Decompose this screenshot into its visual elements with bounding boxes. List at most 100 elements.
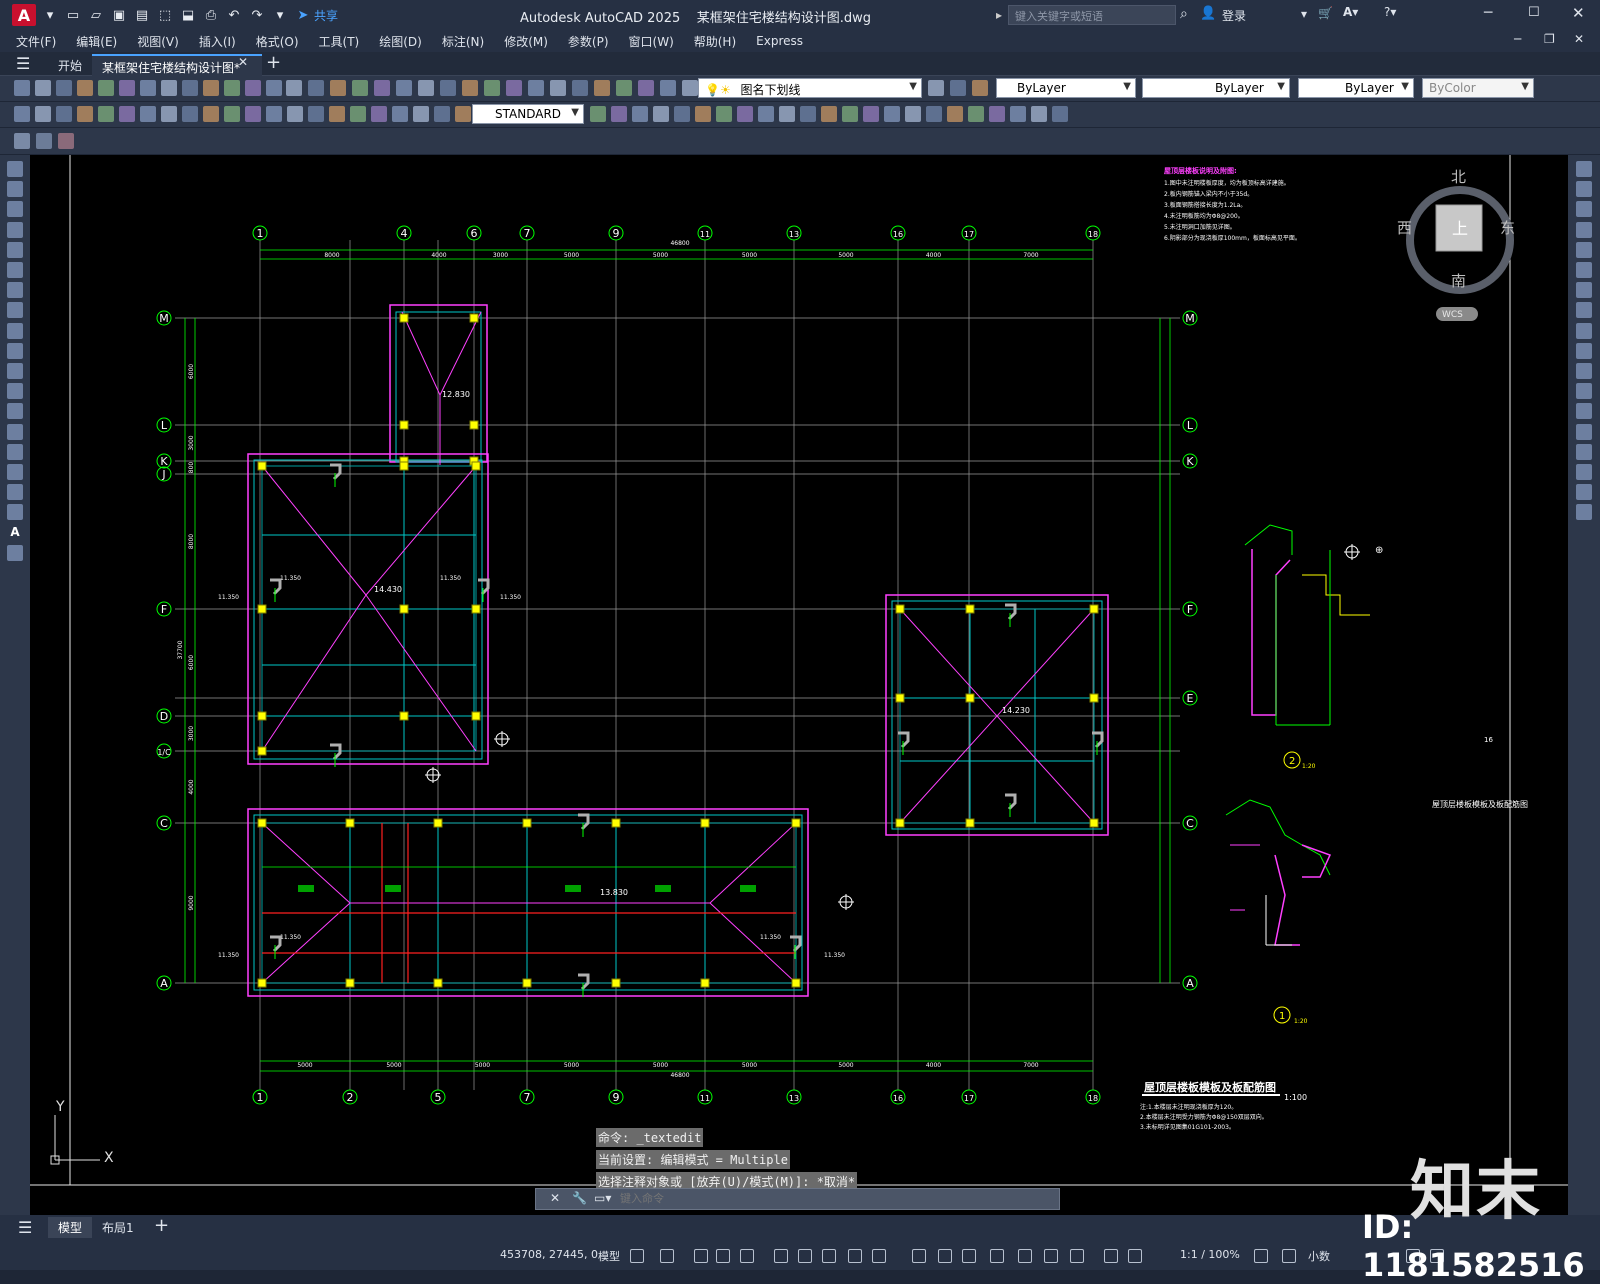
viewcube[interactable]: 上 北 南 东 西 WCS	[1397, 168, 1515, 321]
break-icon[interactable]	[266, 106, 282, 122]
units-dropdown[interactable]: 小数	[1308, 1248, 1330, 1264]
redo-icon[interactable]	[572, 80, 588, 96]
extend-icon[interactable]	[1576, 363, 1592, 379]
menu-insert[interactable]: 插入(I)	[199, 33, 236, 50]
menu-help[interactable]: 帮助(H)	[694, 33, 736, 50]
share-label[interactable]: 共享	[314, 7, 338, 24]
add-selected-icon[interactable]	[7, 544, 23, 561]
mirror-icon[interactable]	[1576, 201, 1592, 218]
fillet-icon[interactable]	[1576, 464, 1592, 480]
inspect-icon[interactable]	[947, 106, 963, 122]
text-edit-icon[interactable]	[1010, 106, 1026, 122]
recent-commands-icon[interactable]: ▭▾	[594, 1191, 611, 1205]
lineweight-dropdown[interactable]: ByLayer ▼	[1298, 78, 1414, 98]
color-dropdown[interactable]: ByLayer ▼	[996, 78, 1136, 98]
command-input[interactable]	[620, 1191, 1050, 1207]
diameter-icon[interactable]	[758, 106, 774, 122]
customize-icon[interactable]: ▾	[271, 7, 289, 23]
dropdown-arrow-icon[interactable]: ▾	[41, 7, 59, 23]
break-icon[interactable]	[1576, 403, 1592, 420]
paste-icon[interactable]	[506, 80, 522, 96]
copy-icon[interactable]	[484, 80, 500, 96]
angular-icon[interactable]	[779, 106, 795, 122]
dim-style-icon[interactable]	[434, 106, 450, 122]
autodesk-a360-icon[interactable]: A▾	[1343, 5, 1358, 19]
lineweight-icon[interactable]	[848, 1249, 862, 1263]
arc-length-icon[interactable]	[674, 106, 690, 122]
copy-icon[interactable]	[1576, 181, 1592, 198]
doc-minimize-button[interactable]: ─	[1514, 32, 1521, 46]
polar-icon[interactable]	[740, 1249, 754, 1263]
dim-edit-icon[interactable]	[989, 106, 1005, 122]
arc-icon[interactable]	[7, 262, 23, 278]
cut-icon[interactable]	[98, 80, 114, 96]
break-at-point-icon[interactable]	[1576, 383, 1592, 400]
menu-edit[interactable]: 编辑(E)	[76, 33, 117, 50]
zoom-icon[interactable]	[245, 80, 261, 96]
explode-icon[interactable]	[1576, 504, 1592, 521]
pan-icon[interactable]	[224, 80, 240, 96]
menu-file[interactable]: 文件(F)	[16, 33, 56, 50]
polygon-icon[interactable]	[7, 221, 23, 238]
new-tab-button[interactable]: +	[266, 52, 281, 73]
menu-express[interactable]: Express	[756, 34, 803, 48]
save-icon[interactable]	[56, 80, 72, 96]
multiline-text-icon[interactable]: A	[7, 525, 23, 541]
undo-icon[interactable]	[550, 80, 566, 96]
user-icon[interactable]: 👤	[1200, 6, 1216, 21]
radius-icon[interactable]	[98, 106, 114, 122]
insert-block-icon[interactable]	[7, 383, 23, 400]
tool-palette-icon[interactable]	[682, 80, 698, 96]
dim-style-icon[interactable]	[1052, 106, 1068, 122]
match-properties-icon[interactable]	[161, 80, 177, 96]
move-icon[interactable]	[1576, 262, 1592, 278]
menu-draw[interactable]: 绘图(D)	[379, 33, 422, 50]
ortho-icon[interactable]	[716, 1249, 730, 1263]
table-icon[interactable]	[7, 504, 23, 521]
workspace-icon[interactable]	[1104, 1249, 1118, 1263]
new-icon[interactable]	[14, 80, 30, 96]
viewcube-north-label[interactable]: 北	[1451, 168, 1466, 186]
model-space-button[interactable]: 模型	[598, 1248, 620, 1264]
autocad-logo-icon[interactable]: A	[12, 4, 36, 26]
help-icon[interactable]	[330, 80, 346, 96]
inspect-icon[interactable]	[329, 106, 345, 122]
menu-modify[interactable]: 修改(M)	[504, 33, 548, 50]
redo-icon[interactable]: ↷	[248, 7, 266, 23]
search-icon[interactable]: ⌕	[1180, 6, 1188, 22]
continue-icon[interactable]	[842, 106, 858, 122]
camera-icon[interactable]	[611, 106, 627, 122]
annotation-monitor-icon[interactable]	[1128, 1249, 1142, 1263]
grid-icon[interactable]	[630, 1249, 644, 1263]
aligned-dim-icon[interactable]	[653, 106, 669, 122]
layer-state-icon[interactable]	[14, 133, 30, 149]
join-icon[interactable]	[1576, 423, 1592, 440]
help-icon[interactable]: ?▾	[1384, 5, 1396, 19]
open-icon[interactable]	[35, 80, 51, 96]
update-icon[interactable]	[1031, 106, 1047, 122]
arc-length-icon[interactable]	[56, 106, 72, 122]
close-button[interactable]: ✕	[1572, 4, 1585, 22]
add-layout-button[interactable]: +	[154, 1215, 169, 1236]
tab-drawing[interactable]: 某框架住宅楼结构设计图*	[92, 54, 262, 76]
layer-previous-icon[interactable]	[58, 133, 74, 149]
ellipse-icon[interactable]	[7, 342, 23, 359]
menu-tools[interactable]: 工具(T)	[319, 33, 360, 50]
radius-icon[interactable]	[716, 106, 732, 122]
layer-isolate-icon[interactable]	[950, 80, 966, 96]
polyline-icon[interactable]	[7, 201, 23, 218]
layer-manager-icon[interactable]	[36, 133, 52, 149]
aligned-dim-icon[interactable]	[35, 106, 51, 122]
plotstyle-dropdown[interactable]: ByColor ▼	[1422, 78, 1534, 98]
infer-icon[interactable]	[694, 1249, 708, 1263]
tool-palette-icon[interactable]	[308, 80, 324, 96]
paste-icon[interactable]	[140, 80, 156, 96]
doc-close-button[interactable]: ✕	[1574, 32, 1584, 46]
erase-icon[interactable]	[1576, 161, 1592, 177]
undo-icon[interactable]: ↶	[225, 7, 243, 23]
continue-icon[interactable]	[224, 106, 240, 122]
isolate-icon[interactable]	[1254, 1249, 1268, 1263]
spacing-icon[interactable]	[245, 106, 261, 122]
center-mark-icon[interactable]	[926, 106, 942, 122]
trim-icon[interactable]	[1576, 342, 1592, 359]
